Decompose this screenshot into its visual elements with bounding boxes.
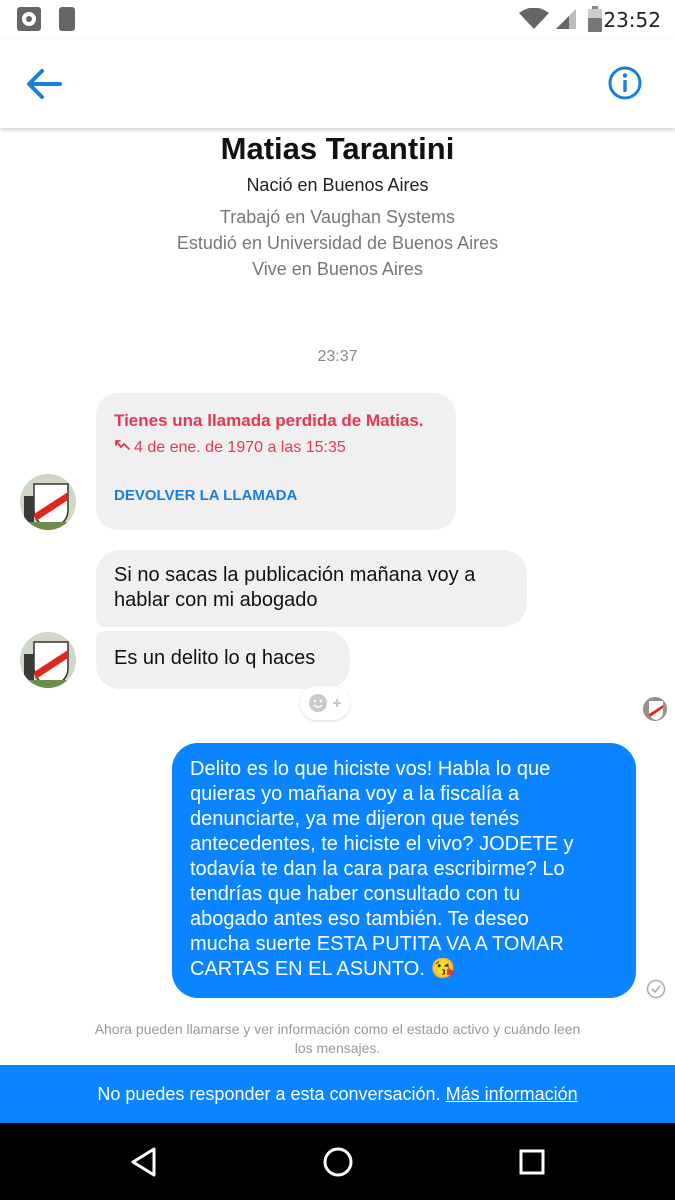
incoming-message[interactable]: Es un delito lo q haces <box>96 631 350 689</box>
status-time: 23:52 <box>603 8 661 32</box>
more-info-link[interactable]: Más información <box>446 1084 578 1104</box>
incoming-message[interactable]: Si no sacas la publicación mañana voy a … <box>96 550 527 627</box>
arrow-left-icon <box>27 69 62 99</box>
missed-call-date: 4 de ene. de 1970 a las 15:35 <box>114 439 346 457</box>
cannot-reply-banner: No puedes responder a esta conversación.… <box>0 1065 675 1123</box>
info-button[interactable] <box>607 65 643 101</box>
battery-icon <box>588 6 602 32</box>
moon-notification-icon <box>59 7 75 31</box>
contact-avatar[interactable] <box>20 474 76 530</box>
missed-call-title: Tienes una llamada perdida de Matias. <box>114 411 424 430</box>
wifi-icon <box>519 8 549 29</box>
add-reaction-button[interactable] <box>300 686 350 720</box>
contact-education: Estudió en Universidad de Buenos Aires <box>176 233 499 253</box>
nav-recents-icon <box>519 1149 545 1175</box>
missed-call-card: Tienes una llamada perdida de Matias. 4 … <box>96 393 456 530</box>
emoji-add-icon <box>309 694 341 712</box>
contact-avatar[interactable] <box>20 632 76 688</box>
contact-born: Nació en Buenos Aires <box>246 175 429 195</box>
cannot-reply-text: No puedes responder a esta conversación. <box>97 1084 441 1104</box>
status-bar: 23:52 <box>0 0 675 40</box>
nav-recents-button[interactable] <box>512 1142 552 1182</box>
nav-home-icon <box>323 1147 353 1177</box>
message-timestamp: 23:37 <box>317 348 358 365</box>
read-receipt-avatar <box>643 697 667 721</box>
contact-work: Trabajó en Vaughan Systems <box>219 207 456 227</box>
nav-home-button[interactable] <box>318 1142 358 1182</box>
delivered-check-icon <box>646 979 666 999</box>
avatar-image <box>20 632 76 688</box>
nav-back-icon <box>131 1147 156 1177</box>
outgoing-message[interactable]: Delito es lo que hiciste vos! Habla lo q… <box>172 743 636 998</box>
avatar-image <box>643 697 667 721</box>
nav-back-button[interactable] <box>124 1142 164 1182</box>
conversation-thread: Matias Tarantini Nació en Buenos Aires T… <box>0 128 675 1065</box>
signal-icon <box>556 9 576 29</box>
conversation-info-note: Ahora pueden llamarse y ver información … <box>94 1021 581 1056</box>
call-back-button[interactable]: DEVOLVER LA LLAMADA <box>114 487 297 504</box>
conversation-header <box>0 40 675 128</box>
back-button[interactable] <box>22 62 66 106</box>
missed-call-arrow-icon <box>115 440 130 450</box>
contact-location: Vive en Buenos Aires <box>252 259 423 279</box>
info-icon <box>608 66 642 100</box>
avatar-image <box>20 474 76 530</box>
contact-name: Matias Tarantini <box>220 131 455 166</box>
system-navigation-bar <box>0 1123 675 1200</box>
app-notification-icon <box>17 7 41 31</box>
